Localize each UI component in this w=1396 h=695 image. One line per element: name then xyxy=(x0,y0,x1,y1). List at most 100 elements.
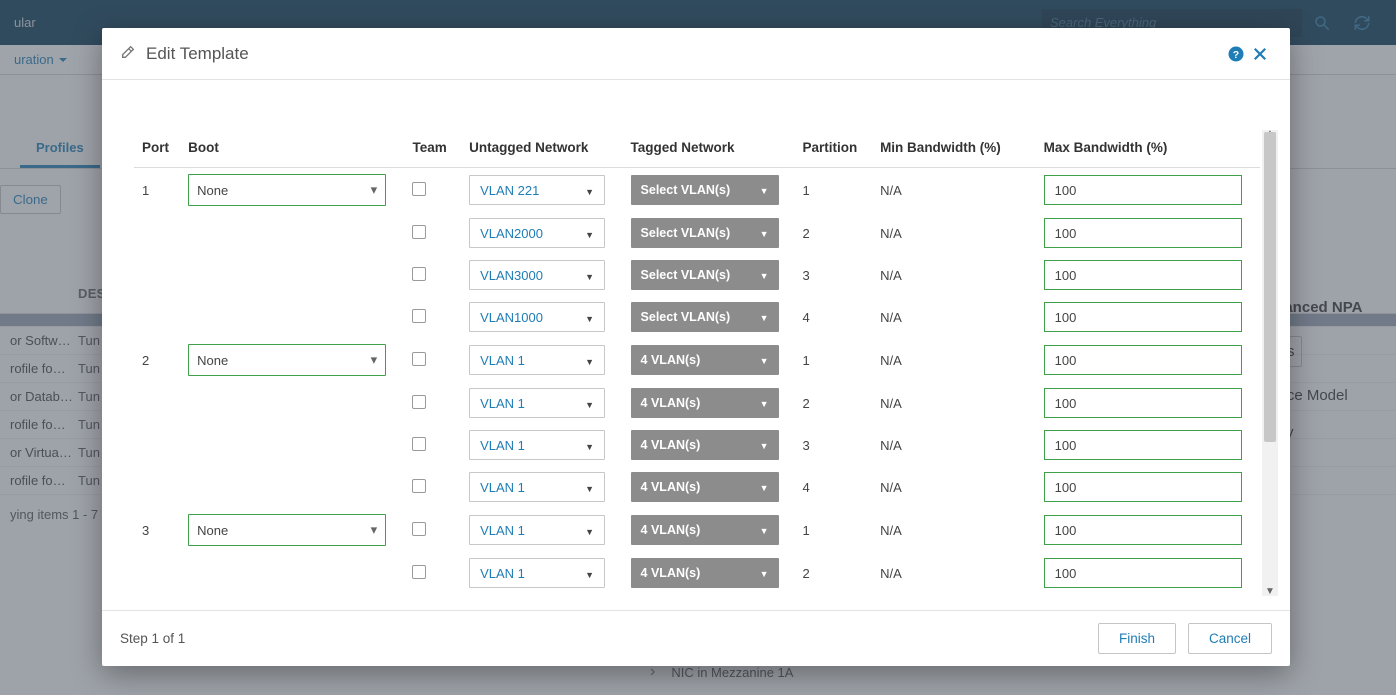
boot-select[interactable]: None xyxy=(188,514,386,546)
cell-team xyxy=(404,296,461,338)
cell-partition: 2 xyxy=(794,212,872,254)
cell-max-bw xyxy=(1036,254,1260,296)
scrollbar[interactable]: ▲ ▼ xyxy=(1262,130,1278,596)
max-bw-input[interactable] xyxy=(1044,515,1242,545)
max-bw-input[interactable] xyxy=(1044,472,1242,502)
cell-partition: 3 xyxy=(794,254,872,296)
cell-boot xyxy=(180,296,404,338)
untagged-select[interactable]: VLAN2000 xyxy=(469,218,605,248)
tagged-value: 4 VLAN(s) xyxy=(641,353,701,367)
cell-boot xyxy=(180,552,404,594)
team-checkbox[interactable] xyxy=(412,395,426,409)
cell-min-bw: N/A xyxy=(872,552,1036,594)
boot-value: None xyxy=(197,353,228,368)
cell-team xyxy=(404,552,461,594)
chevron-down-icon xyxy=(585,310,594,325)
boot-value: None xyxy=(197,183,228,198)
untagged-select[interactable]: VLAN 1 xyxy=(469,430,605,460)
table-row: 1NoneVLAN 221Select VLAN(s)1N/A xyxy=(134,168,1260,213)
untagged-select[interactable]: VLAN 221 xyxy=(469,175,605,205)
team-checkbox[interactable] xyxy=(412,225,426,239)
tagged-select[interactable]: 4 VLAN(s) xyxy=(631,430,779,460)
tagged-select[interactable]: Select VLAN(s) xyxy=(631,218,779,248)
untagged-value: VLAN 1 xyxy=(480,566,525,581)
tagged-select[interactable]: 4 VLAN(s) xyxy=(631,472,779,502)
cell-max-bw xyxy=(1036,508,1260,552)
untagged-select[interactable]: VLAN1000 xyxy=(469,302,605,332)
chevron-down-icon xyxy=(760,438,769,452)
untagged-value: VLAN1000 xyxy=(480,310,543,325)
tagged-select[interactable]: 4 VLAN(s) xyxy=(631,388,779,418)
team-checkbox[interactable] xyxy=(412,437,426,451)
cell-min-bw: N/A xyxy=(872,338,1036,382)
untagged-select[interactable]: VLAN 1 xyxy=(469,515,605,545)
th-min: Min Bandwidth (%) xyxy=(872,130,1036,168)
cell-port: 3 xyxy=(134,508,180,552)
close-icon[interactable] xyxy=(1248,42,1272,66)
cell-team xyxy=(404,254,461,296)
tagged-select[interactable]: Select VLAN(s) xyxy=(631,302,779,332)
tagged-select[interactable]: 4 VLAN(s) xyxy=(631,515,779,545)
cell-boot: None xyxy=(180,338,404,382)
max-bw-input[interactable] xyxy=(1044,175,1242,205)
chevron-down-icon xyxy=(371,182,378,198)
tagged-select[interactable]: Select VLAN(s) xyxy=(631,175,779,205)
max-bw-input[interactable] xyxy=(1044,302,1242,332)
boot-select[interactable]: None xyxy=(188,344,386,376)
team-checkbox[interactable] xyxy=(412,182,426,196)
th-part: Partition xyxy=(794,130,872,168)
untagged-value: VLAN3000 xyxy=(480,268,543,283)
max-bw-input[interactable] xyxy=(1044,260,1242,290)
tagged-select[interactable]: 4 VLAN(s) xyxy=(631,558,779,588)
cell-max-bw xyxy=(1036,382,1260,424)
cell-tagged: Select VLAN(s) xyxy=(623,168,795,213)
chevron-down-icon xyxy=(760,396,769,410)
team-checkbox[interactable] xyxy=(412,267,426,281)
untagged-select[interactable]: VLAN3000 xyxy=(469,260,605,290)
untagged-value: VLAN 1 xyxy=(480,353,525,368)
untagged-value: VLAN 1 xyxy=(480,396,525,411)
chevron-down-icon xyxy=(585,480,594,495)
tagged-select[interactable]: Select VLAN(s) xyxy=(631,260,779,290)
cell-port xyxy=(134,212,180,254)
cell-untagged: VLAN1000 xyxy=(461,296,622,338)
max-bw-input[interactable] xyxy=(1044,218,1242,248)
chevron-down-icon xyxy=(585,523,594,538)
cell-boot xyxy=(180,424,404,466)
chevron-down-icon xyxy=(585,353,594,368)
scroll-thumb[interactable] xyxy=(1264,132,1276,442)
team-checkbox[interactable] xyxy=(412,309,426,323)
team-checkbox[interactable] xyxy=(412,479,426,493)
cell-team xyxy=(404,424,461,466)
max-bw-input[interactable] xyxy=(1044,558,1242,588)
cell-partition: 2 xyxy=(794,382,872,424)
cell-partition: 4 xyxy=(794,296,872,338)
team-checkbox[interactable] xyxy=(412,565,426,579)
boot-select[interactable]: None xyxy=(188,174,386,206)
th-boot: Boot xyxy=(180,130,404,168)
max-bw-input[interactable] xyxy=(1044,345,1242,375)
chevron-down-icon xyxy=(585,438,594,453)
untagged-select[interactable]: VLAN 1 xyxy=(469,472,605,502)
tagged-select[interactable]: 4 VLAN(s) xyxy=(631,345,779,375)
team-checkbox[interactable] xyxy=(412,522,426,536)
cell-partition: 3 xyxy=(794,424,872,466)
cell-partition: 4 xyxy=(794,466,872,508)
untagged-select[interactable]: VLAN 1 xyxy=(469,388,605,418)
finish-button[interactable]: Finish xyxy=(1098,623,1176,654)
tagged-value: Select VLAN(s) xyxy=(641,226,731,240)
chevron-down-icon xyxy=(585,396,594,411)
cell-tagged: 4 VLAN(s) xyxy=(623,466,795,508)
cell-max-bw xyxy=(1036,168,1260,213)
cell-partition: 1 xyxy=(794,338,872,382)
cell-tagged: Select VLAN(s) xyxy=(623,296,795,338)
max-bw-input[interactable] xyxy=(1044,430,1242,460)
tagged-value: 4 VLAN(s) xyxy=(641,566,701,580)
max-bw-input[interactable] xyxy=(1044,388,1242,418)
team-checkbox[interactable] xyxy=(412,352,426,366)
untagged-select[interactable]: VLAN 1 xyxy=(469,345,605,375)
untagged-select[interactable]: VLAN 1 xyxy=(469,558,605,588)
cancel-button[interactable]: Cancel xyxy=(1188,623,1272,654)
help-icon[interactable]: ? xyxy=(1224,42,1248,66)
chevron-down-icon xyxy=(585,226,594,241)
